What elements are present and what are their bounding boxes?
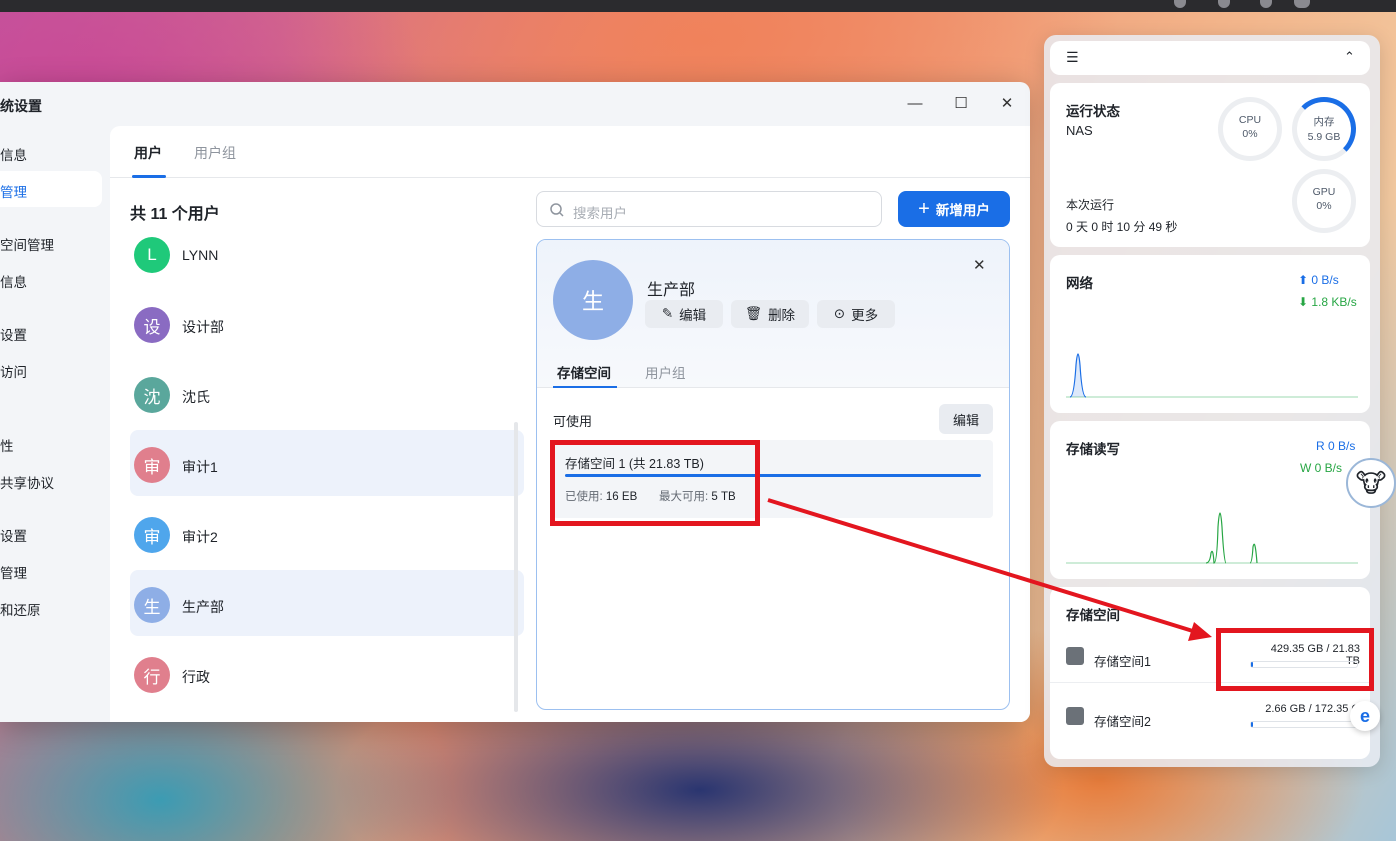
browser-float-icon[interactable]: e (1350, 701, 1380, 731)
annotation-arrow (767, 498, 1212, 641)
assistant-mascot-icon[interactable]: 🐮 (1346, 458, 1396, 508)
